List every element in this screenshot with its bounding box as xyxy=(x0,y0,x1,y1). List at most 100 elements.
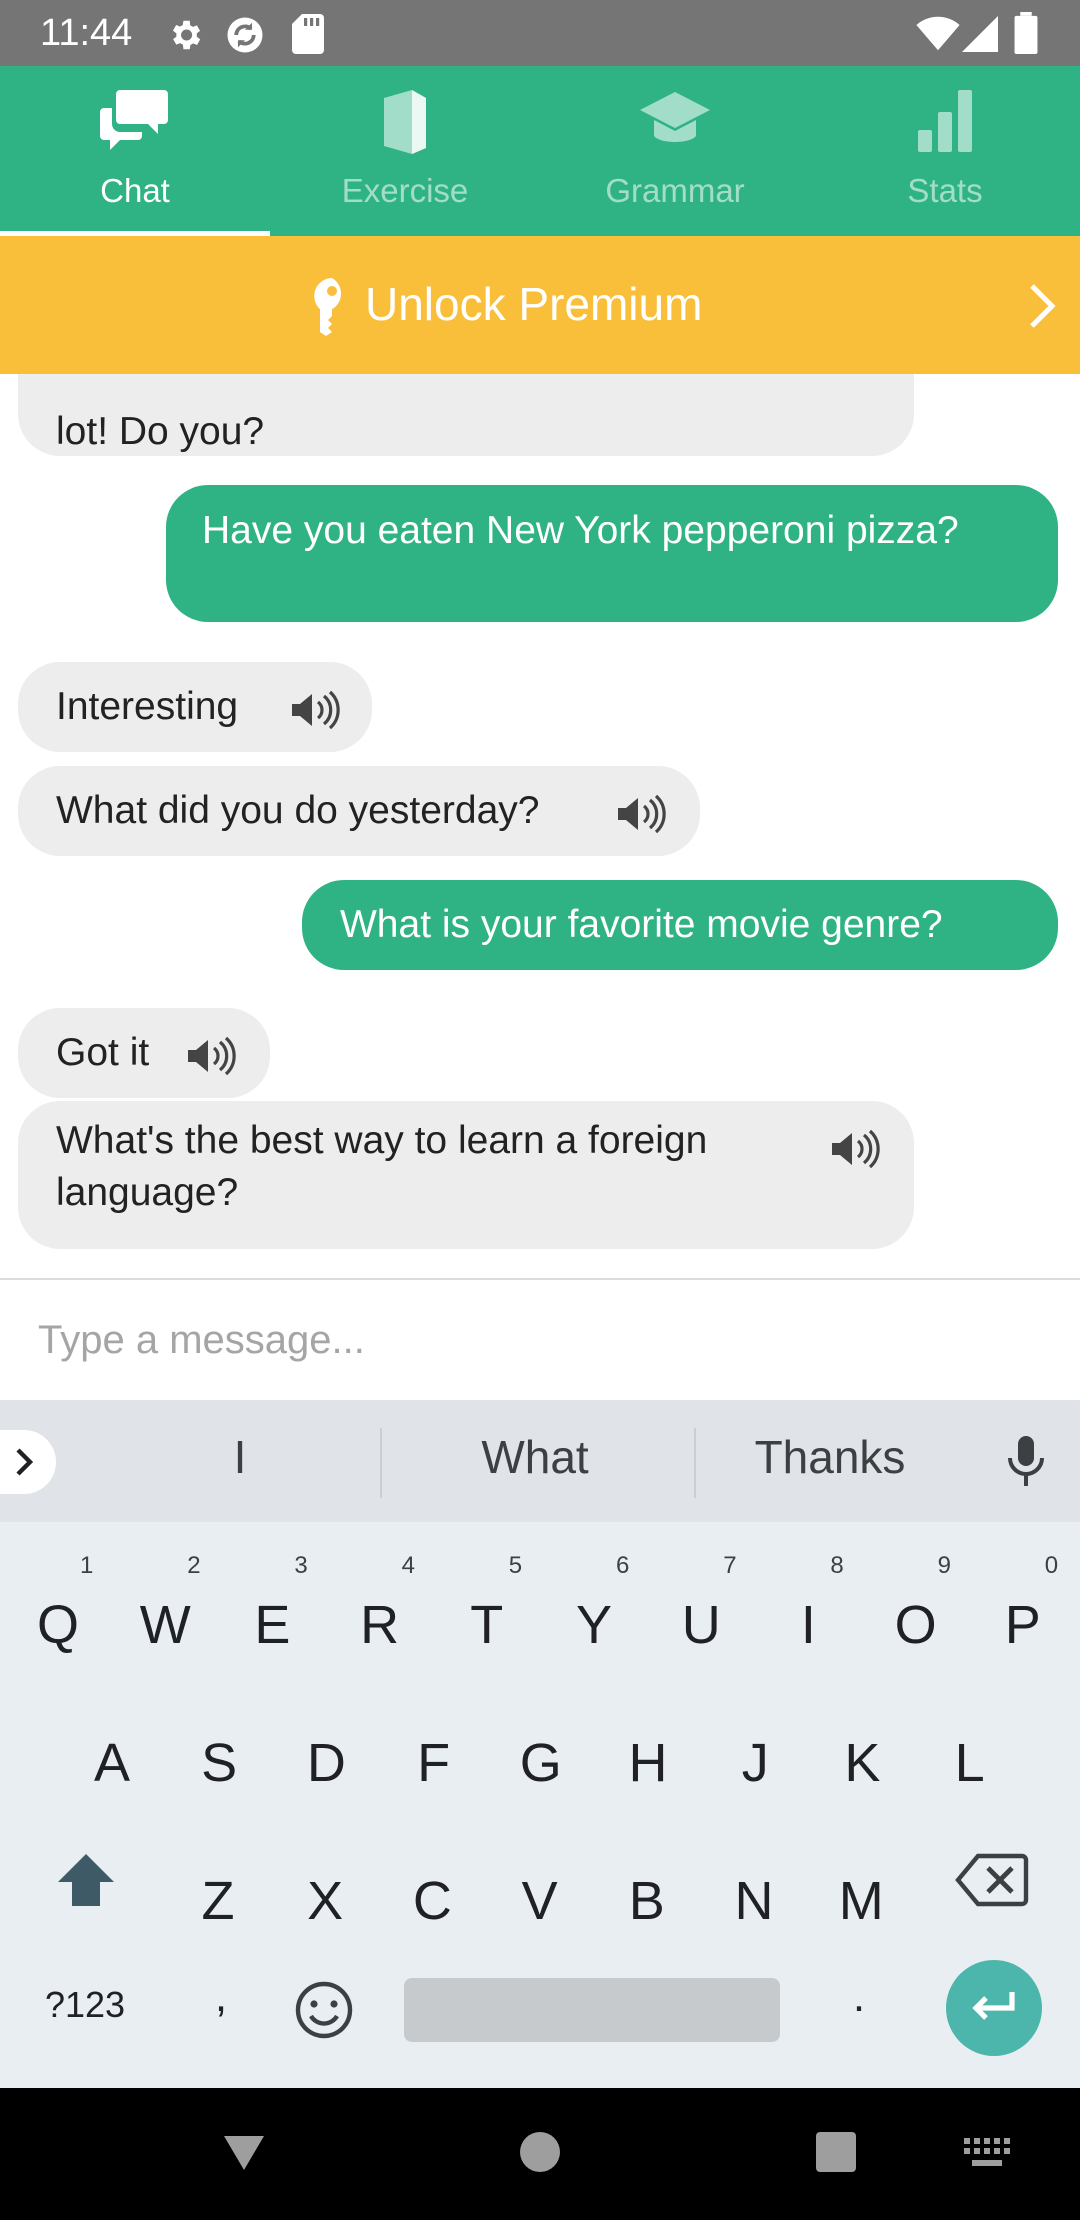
key-hint: 9 xyxy=(937,1552,951,1579)
suggestion-strip: I What Thanks xyxy=(0,1400,1080,1522)
key-q[interactable]: Q xyxy=(14,1594,102,1656)
key-r[interactable]: R xyxy=(336,1594,424,1656)
key-j[interactable]: J xyxy=(711,1732,799,1794)
system-nav-bar xyxy=(0,2088,1080,2220)
recents-nav-icon[interactable] xyxy=(816,2132,856,2172)
key-hint: 4 xyxy=(401,1552,415,1579)
wifi-icon xyxy=(916,16,960,51)
microphone-icon[interactable] xyxy=(1006,1436,1046,1488)
space-key[interactable] xyxy=(404,1978,780,2042)
message-text: What is your favorite movie genre? xyxy=(340,903,943,946)
bar-chart-icon xyxy=(918,90,972,152)
tab-grammar[interactable]: Grammar xyxy=(540,66,810,236)
book-icon xyxy=(384,90,426,154)
key-icon xyxy=(314,278,342,336)
suggestion-divider xyxy=(694,1428,696,1498)
tab-exercise[interactable]: Exercise xyxy=(270,66,540,236)
sync-icon xyxy=(227,17,263,53)
suggestion-2[interactable]: What xyxy=(430,1430,640,1484)
key-hint: 7 xyxy=(723,1552,737,1579)
key-f[interactable]: F xyxy=(390,1732,478,1794)
message-bubble-bot: lot! Do you? xyxy=(18,374,914,456)
graduation-cap-icon xyxy=(640,92,710,142)
message-bubble-user: Have you eaten New York pepperoni pizza? xyxy=(166,485,1058,622)
message-bubble-bot: Interesting xyxy=(18,662,372,752)
signal-icon xyxy=(962,16,998,52)
key-n[interactable]: N xyxy=(710,1870,798,1932)
key-m[interactable]: M xyxy=(817,1870,905,1932)
tab-exercise-label: Exercise xyxy=(341,172,469,209)
tab-chat[interactable]: Chat xyxy=(0,66,270,236)
suggestion-3[interactable]: Thanks xyxy=(720,1430,940,1484)
unlock-premium-label: Unlock Premium xyxy=(365,278,703,330)
shift-icon[interactable] xyxy=(54,1850,118,1910)
message-bubble-user: What is your favorite movie genre? xyxy=(302,880,1058,970)
expand-toolbar-button[interactable] xyxy=(0,1430,56,1494)
speaker-icon[interactable] xyxy=(290,690,340,730)
message-text: What's the best way to learn a foreign l… xyxy=(56,1119,708,1214)
home-nav-icon[interactable] xyxy=(520,2132,560,2172)
chat-icon xyxy=(100,90,168,150)
key-g[interactable]: G xyxy=(497,1732,585,1794)
key-d[interactable]: D xyxy=(282,1732,370,1794)
key-x[interactable]: X xyxy=(281,1870,369,1932)
enter-key[interactable] xyxy=(946,1960,1042,2056)
key-z[interactable]: Z xyxy=(174,1870,262,1932)
battery-icon xyxy=(1014,12,1038,54)
status-time: 11:44 xyxy=(40,12,133,54)
key-c[interactable]: C xyxy=(388,1870,476,1932)
comma-key[interactable]: , xyxy=(196,1972,246,2022)
key-l[interactable]: L xyxy=(926,1732,1014,1794)
message-bubble-bot: What's the best way to learn a foreign l… xyxy=(18,1101,914,1249)
speaker-icon[interactable] xyxy=(616,794,666,834)
tab-stats[interactable]: Stats xyxy=(810,66,1080,236)
gear-icon xyxy=(172,20,201,50)
message-bubble-bot: Got it xyxy=(18,1008,270,1098)
message-text: Have you eaten New York pepperoni pizza? xyxy=(202,509,959,552)
enter-icon xyxy=(972,1992,1015,2020)
key-u[interactable]: U xyxy=(657,1594,745,1656)
key-p[interactable]: P xyxy=(979,1594,1067,1656)
message-text: Got it xyxy=(56,1031,150,1074)
key-s[interactable]: S xyxy=(175,1732,263,1794)
unlock-premium-banner[interactable]: Unlock Premium xyxy=(0,236,1080,374)
tab-bar: Chat Exercise Grammar Stats xyxy=(0,66,1080,236)
speaker-icon[interactable] xyxy=(186,1036,236,1076)
tab-stats-label: Stats xyxy=(907,172,983,209)
backspace-icon[interactable] xyxy=(954,1852,1030,1908)
speaker-icon[interactable] xyxy=(830,1129,880,1169)
suggestion-divider xyxy=(380,1428,382,1498)
key-hint: 8 xyxy=(830,1552,844,1579)
emoji-icon[interactable] xyxy=(294,1980,354,2040)
period-key[interactable]: . xyxy=(834,1972,884,2022)
key-w[interactable]: W xyxy=(121,1594,209,1656)
message-input[interactable] xyxy=(0,1280,1080,1400)
key-v[interactable]: V xyxy=(496,1870,584,1932)
chevron-right-icon xyxy=(1030,284,1056,328)
keyboard-switcher-icon[interactable] xyxy=(964,2138,1010,2168)
key-hint: 5 xyxy=(508,1552,523,1579)
sd-card-icon xyxy=(292,14,324,54)
key-b[interactable]: B xyxy=(603,1870,691,1932)
key-hint: 2 xyxy=(187,1552,201,1579)
key-a[interactable]: A xyxy=(68,1732,156,1794)
key-y[interactable]: Y xyxy=(550,1594,638,1656)
key-hint: 6 xyxy=(616,1552,630,1579)
key-hint: 3 xyxy=(294,1552,308,1579)
suggestion-1[interactable]: I xyxy=(190,1430,290,1484)
status-bar: 11:44 xyxy=(0,0,1080,66)
back-nav-icon[interactable] xyxy=(222,2132,266,2172)
key-o[interactable]: O xyxy=(872,1594,960,1656)
message-text: What did you do yesterday? xyxy=(56,789,540,832)
key-k[interactable]: K xyxy=(818,1732,906,1794)
key-h[interactable]: H xyxy=(604,1732,692,1794)
message-bubble-bot: What did you do yesterday? xyxy=(18,766,700,856)
chat-messages[interactable]: lot! Do you? Have you eaten New York pep… xyxy=(0,374,1080,1278)
key-e[interactable]: E xyxy=(228,1594,316,1656)
key-t[interactable]: T xyxy=(443,1594,531,1656)
message-text: Interesting xyxy=(56,685,239,728)
key-i[interactable]: I xyxy=(764,1594,852,1656)
key-hint: 1 xyxy=(80,1552,94,1579)
symbols-key[interactable]: ?123 xyxy=(30,1984,140,2026)
message-text: lot! Do you? xyxy=(56,410,265,453)
